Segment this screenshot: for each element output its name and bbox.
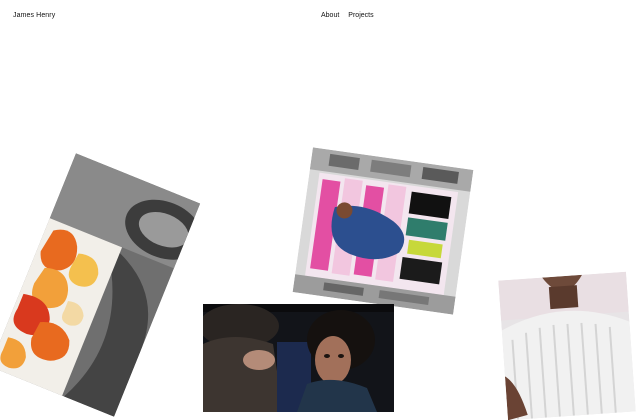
nav-link-projects[interactable]: Projects (348, 12, 373, 19)
site-header: James Henry About Projects (0, 0, 640, 34)
film-still-image (203, 304, 394, 412)
magazine-image (292, 147, 474, 315)
project-card-knitwear[interactable] (498, 271, 636, 420)
site-brand-link[interactable]: James Henry (13, 12, 55, 19)
main-nav: About Projects (321, 12, 374, 19)
project-card-illustration[interactable] (0, 153, 201, 417)
knitwear-image (498, 271, 636, 420)
nav-link-about[interactable]: About (321, 12, 339, 19)
project-card-film-still[interactable] (203, 304, 394, 412)
illustration-image (0, 153, 201, 417)
project-card-magazine[interactable] (292, 147, 474, 315)
